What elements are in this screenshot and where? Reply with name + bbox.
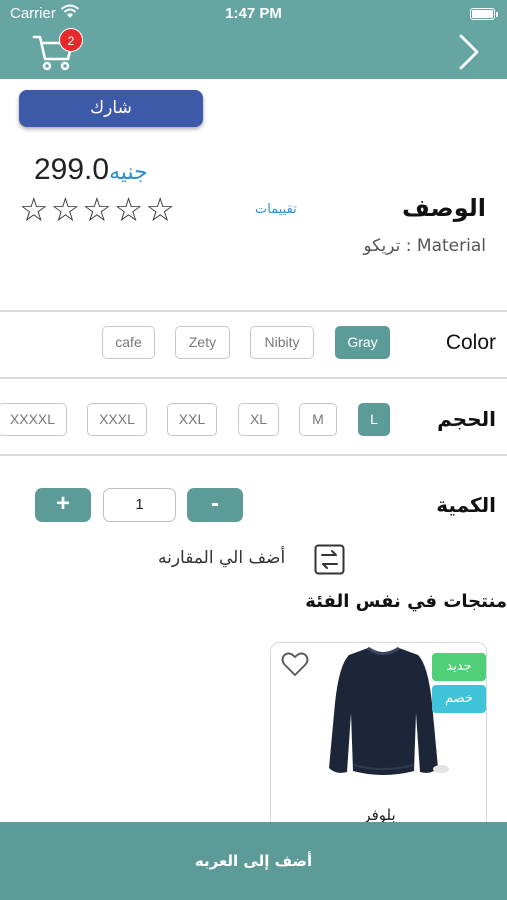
quantity-input[interactable]: 1 bbox=[103, 488, 176, 522]
top-bar: Carrier 1:47 PM 2 bbox=[0, 0, 507, 79]
add-to-compare-link[interactable]: أضف الي المقارنه bbox=[158, 548, 285, 568]
color-option-zety[interactable]: Zety bbox=[175, 326, 230, 359]
size-label: الحجم bbox=[437, 407, 496, 431]
price-value: 299.0 bbox=[34, 153, 110, 186]
color-option-gray[interactable]: Gray bbox=[335, 326, 390, 359]
compare-icon[interactable] bbox=[314, 544, 345, 575]
decrease-quantity-button[interactable]: - bbox=[187, 488, 243, 522]
chevron-right-icon[interactable] bbox=[456, 32, 482, 72]
color-label: Color bbox=[445, 331, 496, 354]
share-button[interactable]: شارك bbox=[19, 90, 203, 127]
price: جنيه299.0 bbox=[34, 153, 154, 189]
status-bar: Carrier 1:47 PM bbox=[0, 0, 507, 28]
cart-count-badge: 2 bbox=[59, 28, 83, 52]
size-option-m[interactable]: M bbox=[299, 403, 337, 436]
product-card[interactable]: جديد خصم بلوفر bbox=[270, 642, 487, 842]
size-option-xxxxl[interactable]: XXXXL bbox=[0, 403, 67, 436]
increase-quantity-button[interactable]: + bbox=[35, 488, 91, 522]
size-option-xxxl[interactable]: XXXL bbox=[87, 403, 147, 436]
status-time: 1:47 PM bbox=[225, 5, 282, 22]
heart-icon[interactable] bbox=[281, 651, 309, 677]
add-to-cart-button[interactable]: أضف إلى العربه bbox=[0, 822, 507, 900]
description-title: الوصف bbox=[401, 194, 486, 222]
battery-icon bbox=[470, 8, 495, 20]
color-option-cafe[interactable]: cafe bbox=[102, 326, 155, 359]
description-text: تريكو : Material bbox=[363, 236, 486, 256]
ratings-link[interactable]: تقييمات bbox=[255, 202, 297, 217]
product-image bbox=[329, 646, 449, 775]
rating-stars[interactable]: ☆☆☆☆☆ bbox=[19, 190, 177, 229]
related-products-title: منتجات في نفس الفئة bbox=[305, 591, 507, 612]
sale-badge: خصم bbox=[432, 685, 486, 713]
new-badge: جديد bbox=[432, 653, 486, 681]
divider bbox=[0, 454, 507, 456]
size-option-xl[interactable]: XL bbox=[238, 403, 279, 436]
color-option-nibity[interactable]: Nibity bbox=[250, 326, 314, 359]
divider bbox=[0, 310, 507, 312]
size-option-xxl[interactable]: XXL bbox=[167, 403, 217, 436]
divider bbox=[0, 377, 507, 379]
quantity-label: الكمية bbox=[436, 493, 496, 517]
price-currency: جنيه bbox=[109, 159, 148, 184]
size-option-l[interactable]: L bbox=[358, 403, 390, 436]
